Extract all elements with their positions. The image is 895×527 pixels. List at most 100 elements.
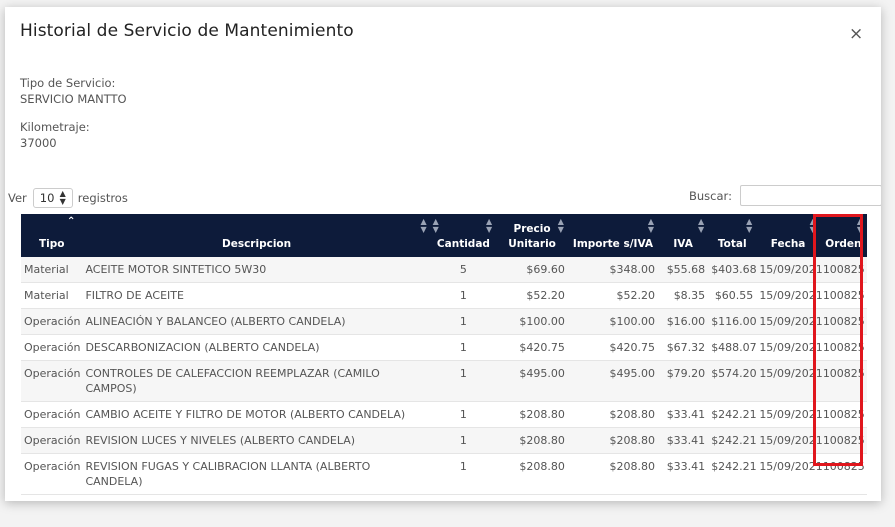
service-type-value: SERVICIO MANTTO (20, 92, 127, 106)
page-size-control: Ver 10 ▲ ▼ registros (8, 188, 128, 208)
cell-importe: $208.80 (567, 401, 659, 428)
header-tipo[interactable]: ⌃ Tipo (21, 214, 83, 257)
sort-icon: ▲ ▼ (432, 217, 439, 234)
cell-total: $242.21 (708, 427, 757, 454)
cell-fecha: 15/09/2021 (756, 453, 823, 495)
table-row: Operación REVISION LUCES Y NIVELES (ALBE… (21, 427, 867, 454)
cell-iva: $79.20 (658, 360, 709, 402)
sort-icon: ▲ ▼ (809, 217, 816, 234)
cell-total: $242.21 (708, 401, 757, 428)
close-icon[interactable]: × (849, 26, 863, 43)
search-control: Buscar: (689, 185, 881, 206)
cell-cantidad: 5 (430, 257, 497, 283)
header-descripcion[interactable]: ▲ ▼ Descripcion (82, 214, 431, 257)
sort-up-icon: ⌃ (67, 216, 76, 227)
select-arrows-icon: ▲ ▼ (59, 189, 66, 206)
cell-iva: $33.41 (658, 401, 709, 428)
cell-fecha: 15/09/2021 (756, 308, 823, 335)
cell-importe: $100.00 (567, 308, 659, 335)
mileage-label: Kilometraje: (20, 120, 90, 134)
cell-cantidad: 1 (430, 453, 497, 495)
service-type-label: Tipo de Servicio: (20, 76, 116, 90)
sort-icon: ▲ ▼ (698, 217, 705, 234)
cell-precio: $420.75 (496, 334, 568, 361)
cell-fecha: 15/09/2021 (756, 257, 823, 283)
table-row: Operación ALINEACIÓN Y BALANCEO (ALBERTO… (21, 308, 867, 335)
cell-iva: $16.00 (658, 308, 709, 335)
cell-fecha: 15/09/2021 (756, 282, 823, 309)
header-precio[interactable]: ▲ ▼ Precio Unitario (496, 214, 568, 257)
header-total[interactable]: ▲ ▼ Total (708, 214, 757, 257)
cell-tipo: Material (21, 282, 83, 309)
cell-cantidad: 1 (430, 282, 497, 309)
cell-cantidad: 1 (430, 334, 497, 361)
cell-descripcion: DESCARBONIZACION (ALBERTO CANDELA) (82, 334, 431, 361)
registros-label: registros (77, 191, 128, 205)
cell-descripcion: ALINEACIÓN Y BALANCEO (ALBERTO CANDELA) (82, 308, 431, 335)
cell-cantidad: 1 (430, 401, 497, 428)
cell-importe: $52.20 (567, 282, 659, 309)
page-size-select[interactable]: 10 ▲ ▼ (32, 188, 73, 208)
cell-tipo: Operación (21, 401, 83, 428)
cell-cantidad: 1 (430, 308, 497, 335)
cell-descripcion: REVISION FUGAS Y CALIBRACION LLANTA (ALB… (82, 453, 431, 495)
cell-orden: 100825 (819, 360, 867, 402)
cell-descripcion: FILTRO DE ACEITE (82, 282, 431, 309)
cell-iva: $33.41 (658, 453, 709, 495)
cell-total: $403.68 (708, 257, 757, 283)
cell-orden: 100825 (819, 257, 867, 283)
cell-orden: 100825 (819, 282, 867, 309)
cell-orden: 100825 (819, 401, 867, 428)
table-row: Operación REVISION FUGAS Y CALIBRACION L… (21, 453, 867, 495)
table-header-row: ⌃ Tipo ▲ ▼ Descripcion ▲ ▼ ▲ ▼ Cantidad ▲ ▼ Preci… (21, 214, 867, 257)
header-cantidad[interactable]: ▲ ▼ ▲ ▼ Cantidad (430, 214, 497, 257)
cell-importe: $208.80 (567, 453, 659, 495)
history-table: ⌃ Tipo ▲ ▼ Descripcion ▲ ▼ ▲ ▼ Cantidad ▲ ▼ Preci… (21, 214, 867, 495)
header-fecha[interactable]: ▲ ▼ Fecha (756, 214, 820, 257)
cell-descripcion: REVISION LUCES Y NIVELES (ALBERTO CANDEL… (82, 427, 431, 454)
cell-precio: $208.80 (496, 401, 568, 428)
cell-tipo: Operación (21, 308, 83, 335)
sort-icon: ▲ ▼ (856, 217, 863, 234)
sort-icon: ▲ ▼ (420, 217, 427, 234)
cell-importe: $208.80 (567, 427, 659, 454)
sort-icon: ▲ ▼ (486, 217, 493, 234)
cell-tipo: Operación (21, 334, 83, 361)
header-iva[interactable]: ▲ ▼ IVA (658, 214, 709, 257)
search-input[interactable] (739, 185, 881, 206)
cell-orden: 100825 (819, 308, 867, 335)
cell-importe: $348.00 (567, 257, 659, 283)
table-row: Operación CAMBIO ACEITE Y FILTRO DE MOTO… (21, 401, 867, 428)
cell-iva: $8.35 (658, 282, 709, 309)
service-history-modal: Historial de Servicio de Mantenimiento ×… (5, 7, 881, 501)
cell-descripcion: CAMBIO ACEITE Y FILTRO DE MOTOR (ALBERTO… (82, 401, 431, 428)
cell-tipo: Operación (21, 427, 83, 454)
cell-iva: $55.68 (658, 257, 709, 283)
cell-cantidad: 1 (430, 427, 497, 454)
cell-precio: $495.00 (496, 360, 568, 402)
cell-precio: $52.20 (496, 282, 568, 309)
cell-total: $488.07 (708, 334, 757, 361)
cell-importe: $495.00 (567, 360, 659, 402)
sort-icon: ▲ ▼ (557, 217, 564, 234)
table-row: Operación DESCARBONIZACION (ALBERTO CAND… (21, 334, 867, 361)
cell-total: $116.00 (708, 308, 757, 335)
cell-tipo: Operación (21, 360, 83, 402)
cell-orden: 100825 (819, 453, 867, 495)
cell-tipo: Material (21, 257, 83, 283)
sort-icon: ▲ ▼ (746, 217, 753, 234)
cell-iva: $33.41 (658, 427, 709, 454)
cell-total: $574.20 (708, 360, 757, 402)
table-row: Operación CONTROLES DE CALEFACCION REEMP… (21, 360, 867, 402)
cell-cantidad: 1 (430, 360, 497, 402)
cell-precio: $69.60 (496, 257, 568, 283)
cell-importe: $420.75 (567, 334, 659, 361)
cell-fecha: 15/09/2021 (756, 401, 823, 428)
header-importe[interactable]: ▲ ▼ Importe s/IVA (567, 214, 659, 257)
header-orden[interactable]: ▲ ▼ Orden (819, 214, 867, 257)
sort-icon: ▲ ▼ (647, 217, 655, 234)
cell-precio: $100.00 (496, 308, 568, 335)
cell-fecha: 15/09/2021 (756, 334, 823, 361)
cell-precio: $208.80 (496, 427, 568, 454)
cell-fecha: 15/09/2021 (756, 427, 823, 454)
